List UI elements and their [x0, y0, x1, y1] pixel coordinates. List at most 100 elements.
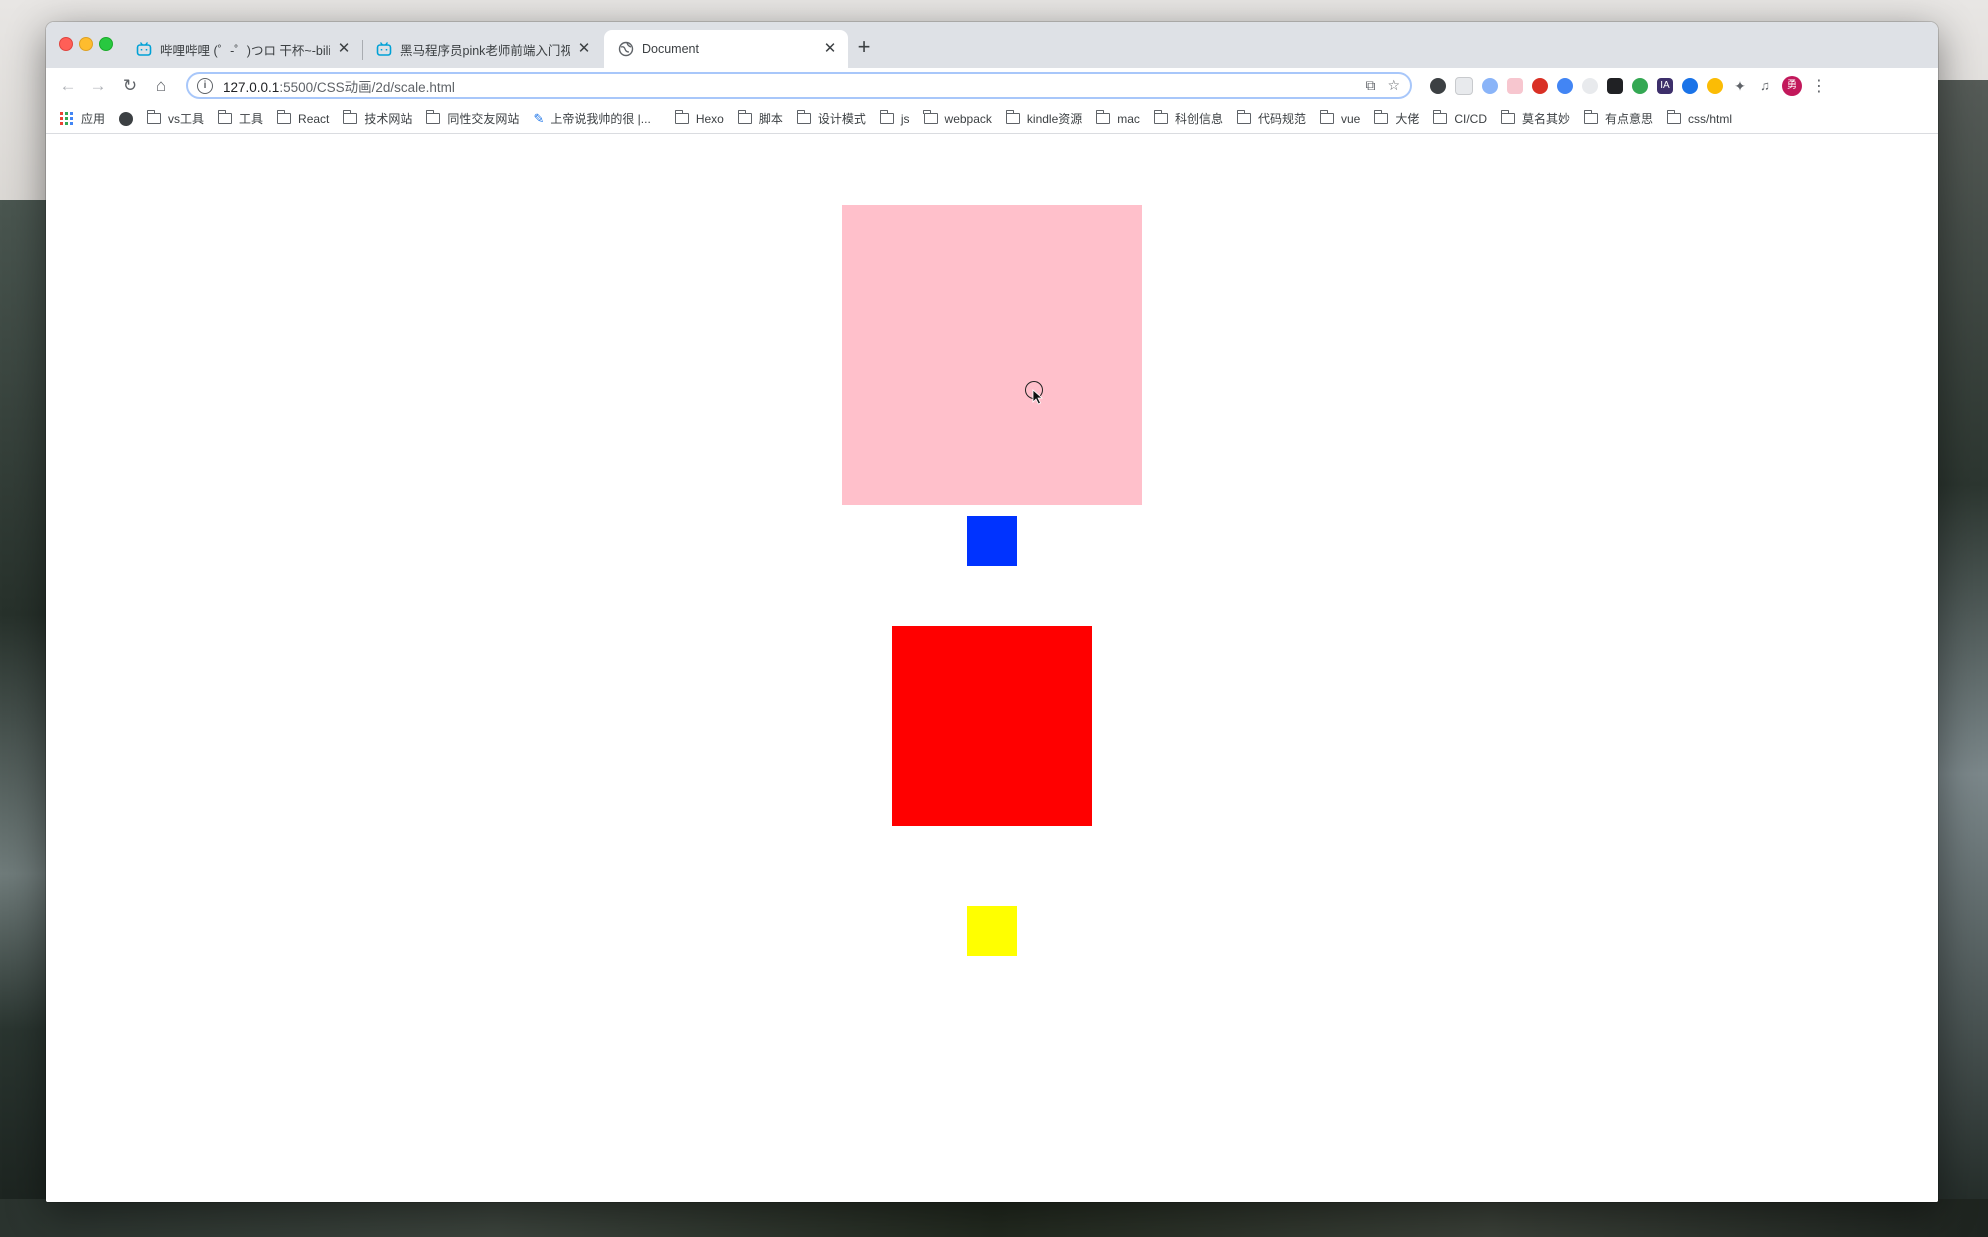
- bookmark-label: 莫名其妙: [1522, 112, 1571, 126]
- forward-arrow-icon[interactable]: →: [88, 76, 108, 96]
- red-box[interactable]: [892, 626, 1092, 826]
- close-tab-icon[interactable]: ✕: [336, 41, 352, 57]
- extension-blank-icon[interactable]: [1455, 77, 1473, 95]
- bookmark-label: js: [900, 111, 910, 126]
- bookmark-folder[interactable]: 莫名其妙: [1500, 110, 1571, 127]
- bookmark-label: 设计模式: [817, 112, 866, 126]
- extension-chrome-icon[interactable]: [1707, 78, 1723, 94]
- folder-icon: [796, 110, 811, 124]
- extension-ia-icon[interactable]: IA: [1657, 78, 1673, 94]
- extensions-puzzle-icon[interactable]: ✦: [1732, 78, 1748, 94]
- close-tab-icon[interactable]: ✕: [822, 41, 838, 57]
- folder-icon: [1005, 110, 1020, 124]
- bookmark-folder[interactable]: 代码规范: [1236, 110, 1306, 127]
- bookmark-folder[interactable]: 工具: [217, 110, 264, 127]
- folder-icon: [674, 110, 689, 124]
- bookmark-folder[interactable]: 技术网站: [343, 110, 412, 127]
- bookmark-label: mac: [1117, 111, 1140, 126]
- folder-icon: [1433, 110, 1448, 124]
- close-tab-icon[interactable]: ✕: [576, 41, 592, 57]
- extension-colorful-icon[interactable]: [1682, 78, 1698, 94]
- profile-avatar[interactable]: 勇: [1782, 76, 1802, 96]
- bookmark-folder[interactable]: kindle资源: [1005, 110, 1083, 127]
- tab-pink-course[interactable]: 黑马程序员pink老师前端入门视频 ✕: [362, 30, 602, 68]
- blue-box[interactable]: [967, 516, 1017, 566]
- bookmark-link[interactable]: ✎ 上帝说我帅的很 |...: [533, 110, 650, 127]
- extension-red-icon[interactable]: [1532, 78, 1548, 94]
- extension-dark-icon[interactable]: [1607, 78, 1623, 94]
- bookmark-folder[interactable]: 科创信息: [1153, 110, 1223, 127]
- folder-icon: [879, 110, 894, 124]
- bookmark-label: React: [298, 111, 330, 126]
- home-icon[interactable]: ⌂: [151, 76, 171, 96]
- bookmark-folder[interactable]: Hexo: [674, 110, 724, 126]
- bookmark-folder[interactable]: webpack: [923, 110, 992, 126]
- tab-title: 哔哩哔哩 (゜-゜)つロ 干杯~-bilibili: [160, 43, 330, 58]
- bookmark-label: 代码规范: [1257, 112, 1306, 126]
- bookmark-folder[interactable]: vue: [1319, 110, 1360, 126]
- folder-icon: [146, 110, 162, 124]
- bookmark-apps[interactable]: 应用: [60, 110, 105, 127]
- bookmark-label: 工具: [239, 112, 264, 126]
- site-info-icon[interactable]: i: [197, 77, 213, 94]
- bookmark-folder[interactable]: 设计模式: [796, 110, 866, 127]
- extension-aperture-icon[interactable]: [1430, 78, 1446, 94]
- extension-shield-icon[interactable]: [1482, 78, 1498, 94]
- bookmark-label: CI/CD: [1454, 111, 1488, 126]
- window-maximize-button[interactable]: [99, 37, 113, 51]
- extension-globe-icon[interactable]: [1632, 78, 1648, 94]
- folder-icon: [1236, 110, 1251, 124]
- bookmark-label: vs工具: [168, 112, 205, 126]
- new-tab-button[interactable]: +: [852, 36, 876, 60]
- page-viewport: [46, 135, 1938, 1202]
- bookmark-label: 技术网站: [364, 112, 413, 126]
- folder-icon: [426, 110, 441, 124]
- bookmark-folder[interactable]: 同性交友网站: [426, 110, 519, 127]
- browser-window: 哔哩哔哩 (゜-゜)つロ 干杯~-bilibili ✕ 黑马程序员pink老师前…: [46, 22, 1938, 1202]
- window-minimize-button[interactable]: [79, 37, 93, 51]
- bookmark-label: kindle资源: [1026, 112, 1083, 126]
- extensions-bar: IA ✦ ♫ 勇 ⋮: [1430, 76, 1827, 96]
- bookmark-folder[interactable]: mac: [1095, 110, 1140, 126]
- bookmark-folder[interactable]: React: [276, 110, 330, 126]
- tab-document[interactable]: Document ✕: [604, 30, 848, 68]
- folder-icon: [1319, 110, 1334, 124]
- bilibili-icon: [136, 42, 152, 56]
- folder-icon: [1666, 110, 1682, 124]
- pink-box[interactable]: [842, 205, 1142, 505]
- bookmark-folder[interactable]: 脚本: [737, 110, 783, 127]
- desktop-wallpaper-right: [1938, 80, 1988, 1237]
- tab-strip: 哔哩哔哩 (゜-゜)つロ 干杯~-bilibili ✕ 黑马程序员pink老师前…: [46, 22, 1938, 68]
- translate-icon[interactable]: ⧉: [1365, 77, 1375, 94]
- reload-icon[interactable]: ↻: [120, 76, 140, 96]
- extension-blue-badge-icon[interactable]: [1557, 78, 1573, 94]
- url-text[interactable]: 127.0.0.1:5500/CSS动画/2d/scale.html: [223, 76, 455, 96]
- yellow-box[interactable]: [967, 906, 1017, 956]
- url-path: :5500/CSS动画/2d/scale.html: [279, 79, 455, 95]
- desktop-wallpaper-left: [0, 200, 46, 1237]
- bookmark-folder[interactable]: js: [879, 110, 910, 126]
- bookmark-globe-icon[interactable]: [119, 111, 134, 126]
- bookmark-star-icon[interactable]: ☆: [1387, 77, 1400, 94]
- media-control-icon[interactable]: ♫: [1757, 78, 1773, 94]
- url-host: 127.0.0.1: [223, 79, 280, 95]
- extension-timer-icon[interactable]: [1582, 78, 1598, 94]
- folder-icon: [217, 110, 233, 124]
- address-bar[interactable]: i 127.0.0.1:5500/CSS动画/2d/scale.html ⧉ ☆: [186, 72, 1412, 99]
- folder-icon: [1500, 110, 1516, 124]
- window-close-button[interactable]: [59, 37, 73, 51]
- bookmark-label: 应用: [81, 112, 106, 126]
- bookmark-folder[interactable]: CI/CD: [1433, 110, 1488, 126]
- tab-bilibili-home[interactable]: 哔哩哔哩 (゜-゜)つロ 干杯~-bilibili ✕: [122, 30, 362, 68]
- back-arrow-icon[interactable]: ←: [58, 76, 78, 96]
- bookmark-folder[interactable]: css/html: [1666, 110, 1732, 126]
- bookmark-label: 上帝说我帅的很 |...: [550, 112, 651, 126]
- folder-icon: [1153, 110, 1168, 124]
- bookmark-folder[interactable]: vs工具: [146, 110, 205, 127]
- menu-kebab-icon[interactable]: ⋮: [1811, 76, 1827, 96]
- bookmark-folder[interactable]: 大佬: [1374, 110, 1419, 127]
- extension-cat-icon[interactable]: [1507, 78, 1523, 94]
- bookmark-folder[interactable]: 有点意思: [1583, 110, 1653, 127]
- folder-icon: [1374, 110, 1389, 124]
- folder-icon: [1583, 110, 1599, 124]
